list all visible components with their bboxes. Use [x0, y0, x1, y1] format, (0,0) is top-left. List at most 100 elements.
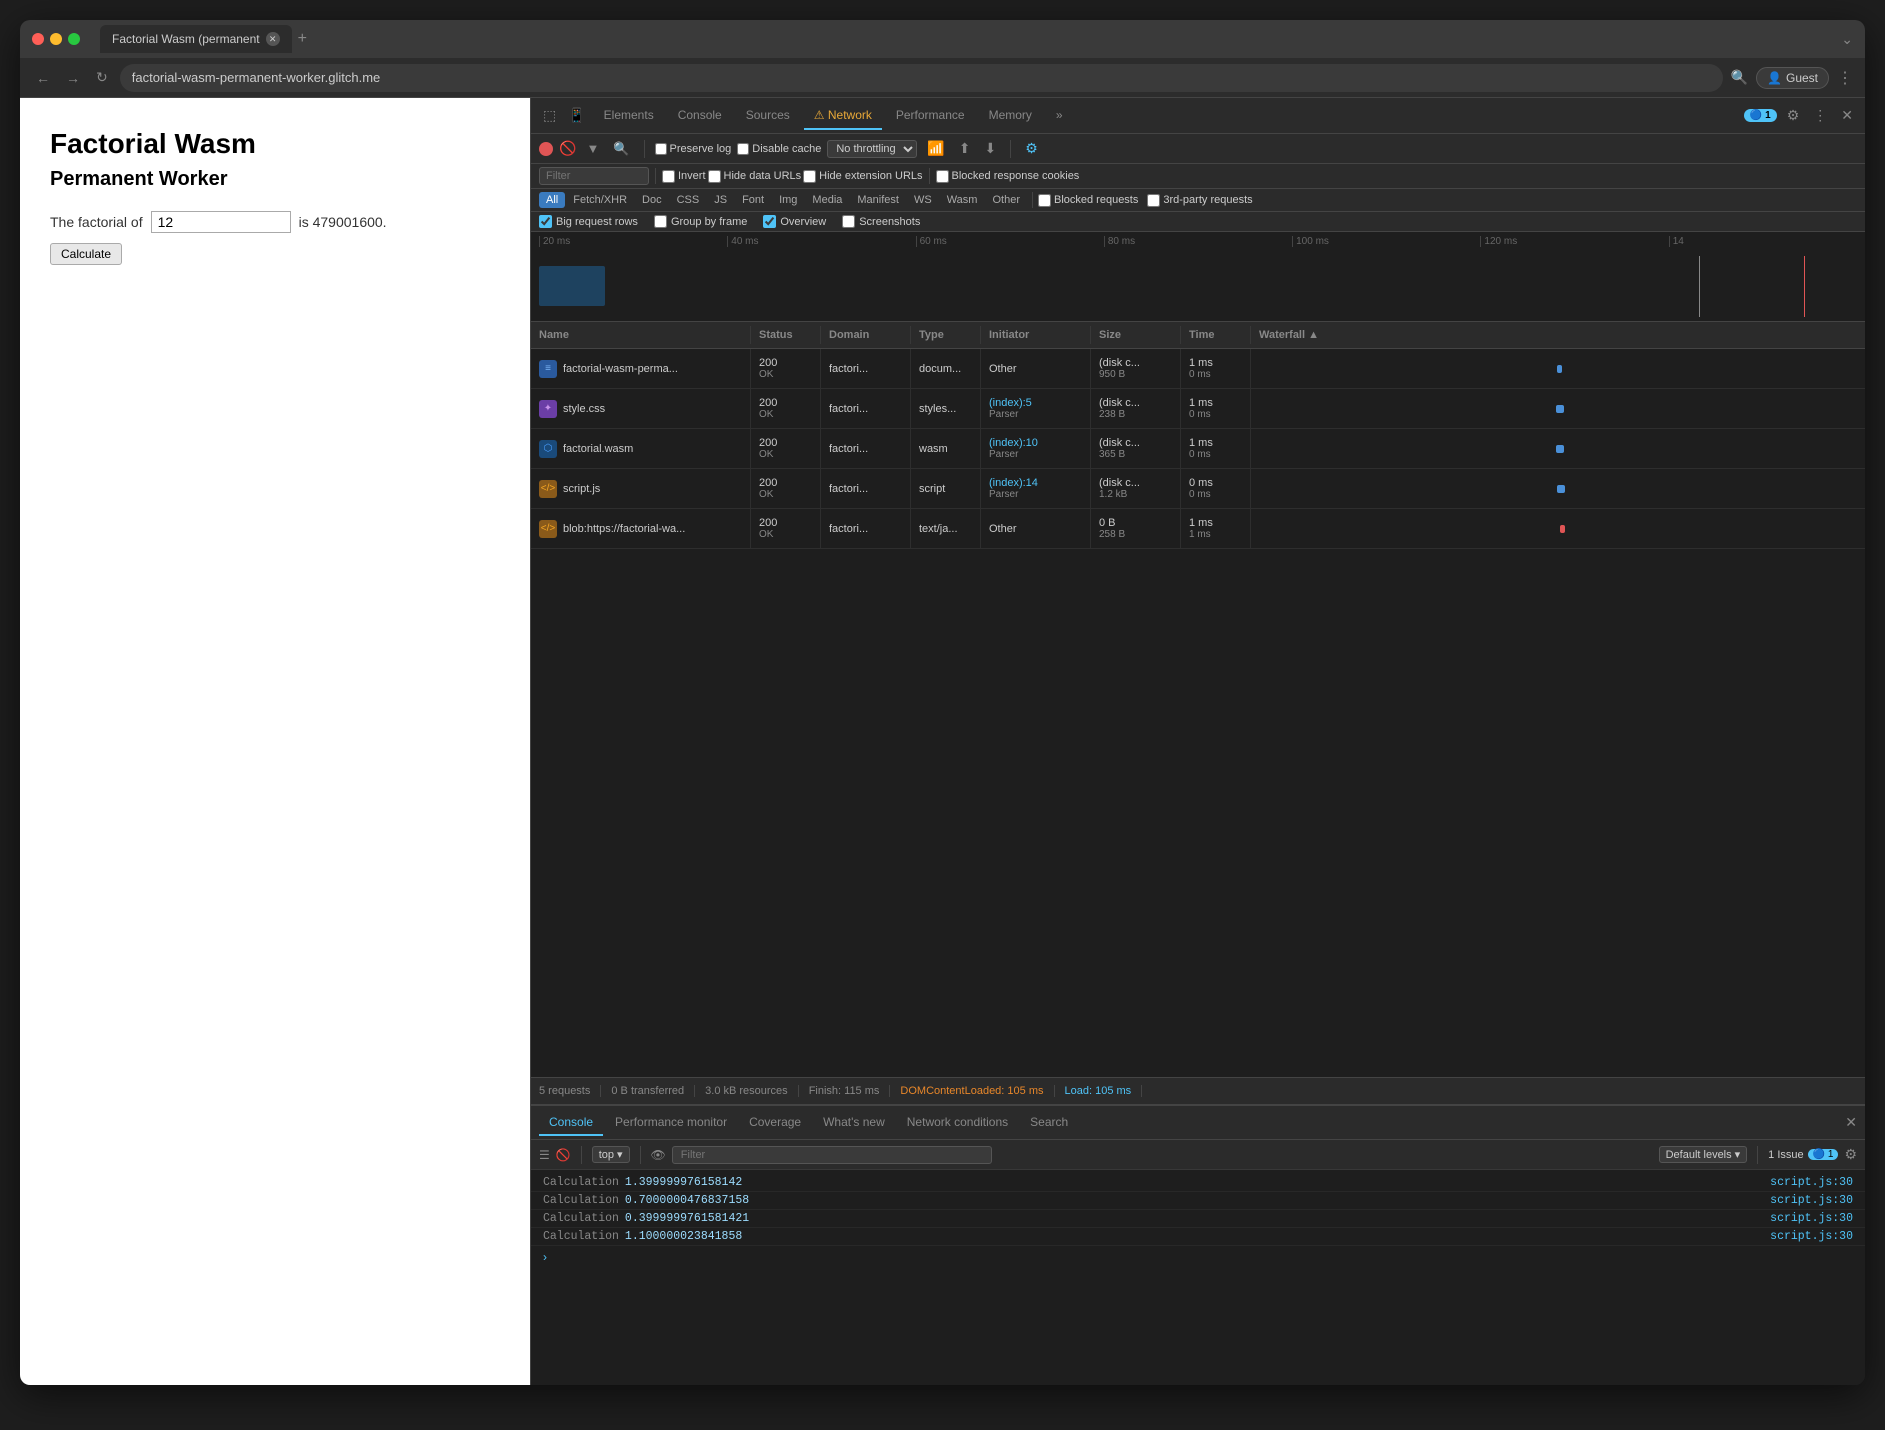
console-eye-btn[interactable]: 👁	[651, 1148, 666, 1162]
filter-chip-fetch[interactable]: Fetch/XHR	[566, 192, 634, 208]
nav-forward-button[interactable]: →	[62, 68, 84, 88]
devtools-tab-elements[interactable]: Elements	[594, 102, 664, 130]
table-row[interactable]: </> script.js 200 OK factori... script (…	[531, 469, 1865, 509]
th-name[interactable]: Name	[531, 326, 751, 344]
filter-chip-manifest[interactable]: Manifest	[850, 192, 906, 208]
console-tab-whats-new[interactable]: What's new	[813, 1110, 895, 1136]
guest-button[interactable]: 👤 Guest	[1756, 67, 1829, 89]
preserve-log-checkbox[interactable]	[655, 143, 667, 155]
th-time[interactable]: Time	[1181, 326, 1251, 344]
devtools-settings-btn[interactable]: ⚙	[1783, 105, 1804, 126]
blocked-requests-checkbox[interactable]	[1038, 194, 1051, 207]
group-by-frame-option[interactable]: Group by frame	[654, 215, 747, 228]
blocked-requests-label[interactable]: Blocked requests	[1038, 194, 1138, 207]
new-tab-button[interactable]: +	[292, 30, 313, 48]
devtools-tab-console[interactable]: Console	[668, 102, 732, 130]
filter-chip-ws[interactable]: WS	[907, 192, 939, 208]
initiator-link-4[interactable]: (index):14	[989, 477, 1082, 489]
factorial-input[interactable]	[151, 211, 291, 233]
table-row[interactable]: ⬡ factorial.wasm 200 OK factori... wasm …	[531, 429, 1865, 469]
third-party-checkbox[interactable]	[1147, 194, 1160, 207]
filter-chip-other[interactable]: Other	[985, 192, 1027, 208]
console-filter-input[interactable]	[672, 1146, 992, 1164]
disable-cache-option[interactable]: Disable cache	[737, 143, 821, 155]
device-toggle-btn[interactable]: 📱	[564, 105, 589, 126]
devtools-tab-network[interactable]: ⚠ Network	[804, 102, 882, 130]
console-chevron[interactable]: ›	[531, 1246, 1865, 1268]
filter-chip-doc[interactable]: Doc	[635, 192, 669, 208]
console-tab-coverage[interactable]: Coverage	[739, 1110, 811, 1136]
th-status[interactable]: Status	[751, 326, 821, 344]
overview-checkbox[interactable]	[763, 215, 776, 228]
fullscreen-traffic-light[interactable]	[68, 33, 80, 45]
network-settings-btn[interactable]: ⚙	[1021, 138, 1042, 159]
minimize-traffic-light[interactable]	[50, 33, 62, 45]
th-waterfall[interactable]: Waterfall ▲	[1251, 326, 1865, 344]
blocked-cookies-label[interactable]: Blocked response cookies	[936, 170, 1080, 183]
address-input[interactable]	[120, 64, 1723, 92]
nav-back-button[interactable]: ←	[32, 68, 54, 88]
big-rows-checkbox[interactable]	[539, 215, 552, 228]
export-btn[interactable]: ⬇	[981, 138, 1001, 159]
filter-chip-js[interactable]: JS	[707, 192, 734, 208]
devtools-tab-performance[interactable]: Performance	[886, 102, 975, 130]
initiator-link-2[interactable]: (index):5	[989, 397, 1082, 409]
issues-badge-btn[interactable]: 1 Issue 🔵 1	[1768, 1149, 1838, 1161]
console-file-1[interactable]: script.js:30	[1770, 1176, 1853, 1189]
active-tab[interactable]: Factorial Wasm (permanent ✕	[100, 25, 292, 53]
console-sidebar-btn[interactable]: ☰	[539, 1148, 550, 1162]
console-tab-network-conditions[interactable]: Network conditions	[897, 1110, 1018, 1136]
throttle-select[interactable]: No throttling	[827, 140, 917, 158]
console-tab-search[interactable]: Search	[1020, 1110, 1078, 1136]
close-traffic-light[interactable]	[32, 33, 44, 45]
hide-data-urls-label[interactable]: Hide data URLs	[708, 170, 802, 183]
console-file-3[interactable]: script.js:30	[1770, 1212, 1853, 1225]
devtools-more-btn[interactable]: ⋮	[1809, 105, 1831, 126]
console-tab-console[interactable]: Console	[539, 1110, 603, 1136]
calculate-button[interactable]: Calculate	[50, 243, 122, 265]
clear-button[interactable]: 🚫	[559, 140, 576, 157]
console-settings-icon[interactable]: ⚙	[1844, 1146, 1857, 1163]
inspect-element-btn[interactable]: ⬚	[539, 105, 560, 126]
devtools-close-btn[interactable]: ✕	[1837, 105, 1857, 126]
group-by-frame-checkbox[interactable]	[654, 215, 667, 228]
filter-icon-btn[interactable]: ▼	[582, 139, 603, 158]
th-domain[interactable]: Domain	[821, 326, 911, 344]
table-row[interactable]: ≡ factorial-wasm-perma... 200 OK factori…	[531, 349, 1865, 389]
console-file-4[interactable]: script.js:30	[1770, 1230, 1853, 1243]
filter-chip-img[interactable]: Img	[772, 192, 804, 208]
th-type[interactable]: Type	[911, 326, 981, 344]
devtools-tab-more[interactable]: »	[1046, 102, 1073, 130]
initiator-link-3[interactable]: (index):10	[989, 437, 1082, 449]
screenshots-checkbox[interactable]	[842, 215, 855, 228]
preserve-log-option[interactable]: Preserve log	[655, 143, 732, 155]
more-icon[interactable]: ⋮	[1837, 68, 1853, 88]
filter-chip-css[interactable]: CSS	[670, 192, 707, 208]
console-clear-btn[interactable]: 🚫	[556, 1148, 571, 1162]
invert-label[interactable]: Invert	[662, 170, 706, 183]
devtools-tab-memory[interactable]: Memory	[979, 102, 1042, 130]
big-rows-option[interactable]: Big request rows	[539, 215, 638, 228]
devtools-tab-sources[interactable]: Sources	[736, 102, 800, 130]
table-row[interactable]: ✦ style.css 200 OK factori... styles... …	[531, 389, 1865, 429]
search-icon-btn[interactable]: 🔍	[609, 139, 633, 159]
third-party-label[interactable]: 3rd-party requests	[1147, 194, 1252, 207]
nav-refresh-button[interactable]: ↻	[92, 67, 112, 88]
th-initiator[interactable]: Initiator	[981, 326, 1091, 344]
console-scope-selector[interactable]: top ▾	[592, 1146, 630, 1163]
console-tab-perf-monitor[interactable]: Performance monitor	[605, 1110, 737, 1136]
hide-data-urls-checkbox[interactable]	[708, 170, 721, 183]
log-level-button[interactable]: Default levels ▾	[1659, 1146, 1748, 1163]
disable-cache-checkbox[interactable]	[737, 143, 749, 155]
filter-chip-font[interactable]: Font	[735, 192, 771, 208]
filter-chip-all[interactable]: All	[539, 192, 565, 208]
online-icon-btn[interactable]: 📶	[923, 138, 948, 159]
hide-ext-urls-checkbox[interactable]	[803, 170, 816, 183]
record-button[interactable]	[539, 142, 553, 156]
console-file-2[interactable]: script.js:30	[1770, 1194, 1853, 1207]
tab-expand-icon[interactable]: ⌄	[1841, 31, 1853, 48]
hide-ext-urls-label[interactable]: Hide extension URLs	[803, 170, 922, 183]
filter-chip-media[interactable]: Media	[805, 192, 849, 208]
filter-chip-wasm[interactable]: Wasm	[940, 192, 985, 208]
invert-checkbox[interactable]	[662, 170, 675, 183]
